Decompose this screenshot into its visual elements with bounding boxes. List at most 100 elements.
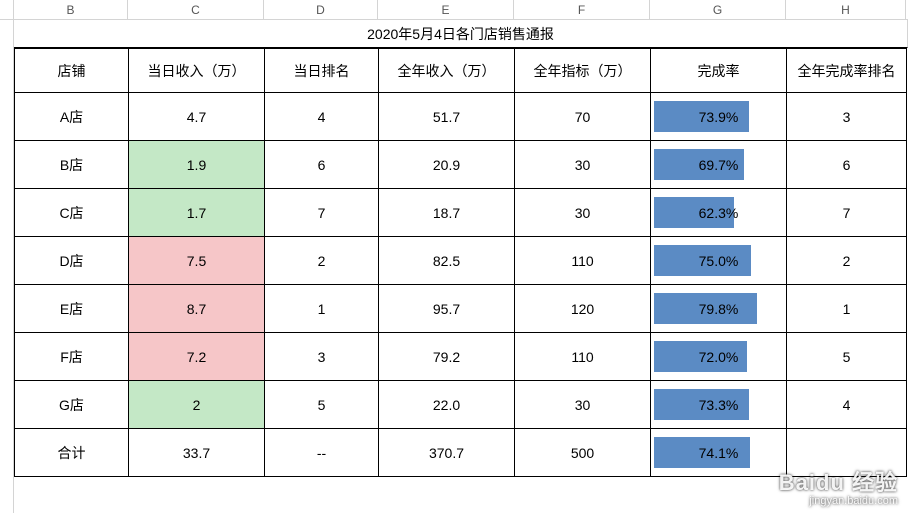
cell-daily-rank[interactable]: 5 [265,381,379,429]
cell-daily-income[interactable]: 1.9 [129,141,265,189]
cell-store[interactable]: D店 [15,237,129,285]
hdr-completion[interactable]: 完成率 [651,49,787,93]
cell-store[interactable]: A店 [15,93,129,141]
completion-value: 73.9% [654,101,783,132]
table-row: B店1.9620.93069.7%6 [15,141,907,189]
col-header-H[interactable]: H [786,0,906,20]
cell-year-target[interactable]: 30 [515,189,651,237]
completion-value: 75.0% [654,245,783,276]
cell-total-daily-income[interactable]: 33.7 [129,429,265,477]
cell-daily-rank[interactable]: 6 [265,141,379,189]
watermark-sub: jingyan.baidu.com [779,495,898,507]
completion-bar: 74.1% [654,437,783,468]
cell-daily-rank[interactable]: 2 [265,237,379,285]
cell-total-label[interactable]: 合计 [15,429,129,477]
cell-store[interactable]: G店 [15,381,129,429]
completion-bar: 73.9% [654,101,783,132]
cell-year-income[interactable]: 79.2 [379,333,515,381]
cell-year-income[interactable]: 82.5 [379,237,515,285]
report-title[interactable]: 2020年5月4日各门店销售通报 [14,20,908,48]
cell-daily-rank[interactable]: 3 [265,333,379,381]
cell-year-income[interactable]: 22.0 [379,381,515,429]
header-row: 店铺 当日收入（万） 当日排名 全年收入（万） 全年指标（万） 完成率 全年完成… [15,49,907,93]
row-gutter [0,20,14,513]
cell-completion[interactable]: 75.0% [651,237,787,285]
completion-value: 62.3% [654,197,783,228]
cell-year-rank[interactable]: 6 [787,141,907,189]
col-header-C[interactable]: C [128,0,264,20]
completion-bar: 72.0% [654,341,783,372]
completion-value: 73.3% [654,389,783,420]
completion-bar: 79.8% [654,293,783,324]
cell-completion[interactable]: 72.0% [651,333,787,381]
cell-total-daily-rank[interactable]: -- [265,429,379,477]
col-header-F[interactable]: F [514,0,650,20]
completion-bar: 62.3% [654,197,783,228]
cell-store[interactable]: B店 [15,141,129,189]
cell-year-target[interactable]: 120 [515,285,651,333]
completion-value: 79.8% [654,293,783,324]
cell-year-rank[interactable]: 5 [787,333,907,381]
hdr-year-target[interactable]: 全年指标（万） [515,49,651,93]
table-row: E店8.7195.712079.8%1 [15,285,907,333]
cell-daily-rank[interactable]: 4 [265,93,379,141]
cell-year-income[interactable]: 18.7 [379,189,515,237]
cell-daily-income[interactable]: 4.7 [129,93,265,141]
corner-cell [0,0,14,19]
table-row: D店7.5282.511075.0%2 [15,237,907,285]
table-row: G店2522.03073.3%4 [15,381,907,429]
cell-year-target[interactable]: 110 [515,237,651,285]
cell-total-year-rank[interactable] [787,429,907,477]
cell-completion[interactable]: 73.3% [651,381,787,429]
cell-year-rank[interactable]: 4 [787,381,907,429]
cell-completion[interactable]: 62.3% [651,189,787,237]
cell-store[interactable]: E店 [15,285,129,333]
cell-daily-income[interactable]: 1.7 [129,189,265,237]
cell-year-income[interactable]: 20.9 [379,141,515,189]
total-row: 合计33.7--370.750074.1% [15,429,907,477]
cell-store[interactable]: C店 [15,189,129,237]
cell-completion[interactable]: 69.7% [651,141,787,189]
cell-year-target[interactable]: 30 [515,381,651,429]
completion-bar: 75.0% [654,245,783,276]
completion-bar: 73.3% [654,389,783,420]
col-header-G[interactable]: G [650,0,786,20]
cell-total-year-income[interactable]: 370.7 [379,429,515,477]
column-header-row: B C D E F G H [0,0,908,20]
cell-year-income[interactable]: 95.7 [379,285,515,333]
col-header-B[interactable]: B [14,0,128,20]
cell-total-year-target[interactable]: 500 [515,429,651,477]
title-row: 2020年5月4日各门店销售通报 [14,20,908,48]
sales-table: 店铺 当日收入（万） 当日排名 全年收入（万） 全年指标（万） 完成率 全年完成… [14,48,907,477]
cell-daily-rank[interactable]: 1 [265,285,379,333]
cell-year-target[interactable]: 110 [515,333,651,381]
cell-year-income[interactable]: 51.7 [379,93,515,141]
cell-daily-rank[interactable]: 7 [265,189,379,237]
cell-daily-income[interactable]: 7.2 [129,333,265,381]
completion-bar: 69.7% [654,149,783,180]
cell-year-rank[interactable]: 1 [787,285,907,333]
completion-value: 74.1% [654,437,783,468]
col-header-D[interactable]: D [264,0,378,20]
cell-year-target[interactable]: 30 [515,141,651,189]
cell-year-target[interactable]: 70 [515,93,651,141]
cell-year-rank[interactable]: 2 [787,237,907,285]
completion-value: 69.7% [654,149,783,180]
spreadsheet-view: B C D E F G H 2020年5月4日各门店销售通报 店铺 当日收入（万… [0,0,908,513]
hdr-daily-income[interactable]: 当日收入（万） [129,49,265,93]
col-header-E[interactable]: E [378,0,514,20]
hdr-daily-rank[interactable]: 当日排名 [265,49,379,93]
cell-daily-income[interactable]: 2 [129,381,265,429]
cell-completion[interactable]: 79.8% [651,285,787,333]
table-row: A店4.7451.77073.9%3 [15,93,907,141]
cell-year-rank[interactable]: 7 [787,189,907,237]
cell-daily-income[interactable]: 7.5 [129,237,265,285]
cell-store[interactable]: F店 [15,333,129,381]
hdr-year-income[interactable]: 全年收入（万） [379,49,515,93]
cell-daily-income[interactable]: 8.7 [129,285,265,333]
cell-completion[interactable]: 73.9% [651,93,787,141]
cell-total-completion[interactable]: 74.1% [651,429,787,477]
hdr-year-rank[interactable]: 全年完成率排名 [787,49,907,93]
cell-year-rank[interactable]: 3 [787,93,907,141]
hdr-store[interactable]: 店铺 [15,49,129,93]
